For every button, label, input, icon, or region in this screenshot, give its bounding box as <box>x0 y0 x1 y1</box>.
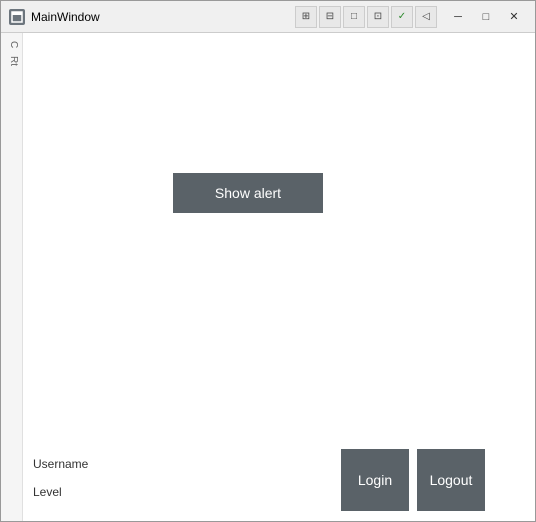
window-body: C Rt Show alert Username Level Login Log… <box>1 33 535 521</box>
toolbar-btn-4[interactable]: ⊡ <box>367 6 389 28</box>
labels-section: Username Level <box>33 449 88 499</box>
logout-button[interactable]: Logout <box>417 449 485 511</box>
action-buttons: Login Logout <box>341 449 485 511</box>
sidebar-text-2: Rt <box>1 52 22 70</box>
left-sidebar: C Rt <box>1 33 23 521</box>
show-alert-container: Show alert <box>173 173 323 213</box>
main-content: Show alert Username Level Login Logout <box>23 33 535 521</box>
sidebar-text-1: C <box>1 37 22 52</box>
toolbar-btn-1[interactable]: ⊞ <box>295 6 317 28</box>
username-label: Username <box>33 457 88 471</box>
toolbar-btn-3[interactable]: □ <box>343 6 365 28</box>
show-alert-button[interactable]: Show alert <box>173 173 323 213</box>
toolbar-btn-arrow[interactable]: ◁ <box>415 6 437 28</box>
login-button[interactable]: Login <box>341 449 409 511</box>
toolbar-btn-2[interactable]: ⊟ <box>319 6 341 28</box>
title-bar: MainWindow ⊞ ⊟ □ ⊡ ✓ ◁ ─ □ ✕ <box>1 1 535 33</box>
close-button[interactable]: ✕ <box>501 7 527 27</box>
maximize-button[interactable]: □ <box>473 7 499 27</box>
minimize-button[interactable]: ─ <box>445 7 471 27</box>
window-icon <box>9 9 25 25</box>
toolbar: ⊞ ⊟ □ ⊡ ✓ ◁ <box>295 6 437 28</box>
window-title: MainWindow <box>31 10 295 24</box>
main-window: MainWindow ⊞ ⊟ □ ⊡ ✓ ◁ ─ □ ✕ C Rt Show a… <box>0 0 536 522</box>
level-label: Level <box>33 485 88 499</box>
toolbar-btn-check[interactable]: ✓ <box>391 6 413 28</box>
bottom-section: Username Level Login Logout <box>23 449 535 511</box>
window-controls: ─ □ ✕ <box>445 7 527 27</box>
